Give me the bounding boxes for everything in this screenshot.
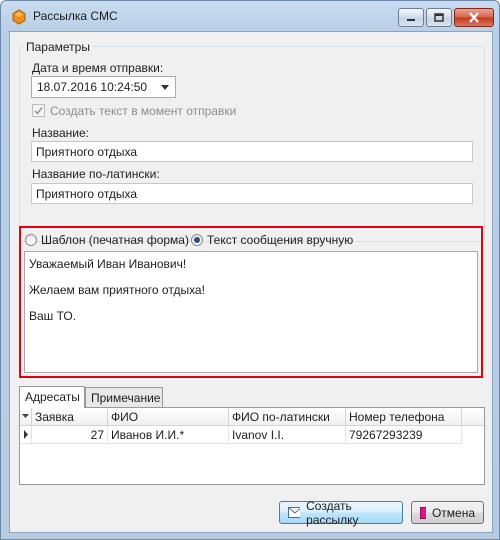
template-radio[interactable] bbox=[25, 234, 37, 246]
app-icon bbox=[12, 9, 26, 25]
tab-notes[interactable]: Примечание bbox=[85, 387, 163, 408]
create-mailing-label: Создать рассылку bbox=[306, 498, 359, 527]
create-text-label: Создать текст в момент отправки bbox=[50, 104, 237, 118]
name-field[interactable]: Приятного отдыха bbox=[31, 141, 473, 162]
tab-recipients[interactable]: Адресаты bbox=[19, 386, 85, 408]
checkmark-icon bbox=[34, 107, 43, 115]
name-latin-field[interactable]: Приятного отдыха bbox=[31, 183, 473, 204]
message-line: Уважаемый Иван Иванович! bbox=[29, 257, 187, 271]
cell-phone: 79267293239 bbox=[346, 426, 462, 444]
name-label: Название: bbox=[32, 126, 89, 140]
cell-fio: Иванов И.И.* bbox=[108, 426, 229, 444]
column-header-order[interactable]: Заявка bbox=[32, 408, 108, 426]
message-line: Желаем вам приятного отдыха! bbox=[29, 283, 205, 297]
minimize-icon bbox=[407, 18, 415, 21]
close-button[interactable] bbox=[454, 8, 494, 27]
cell-fio-latin: Ivanov I.I. bbox=[229, 426, 346, 444]
name-latin-value: Приятного отдыха bbox=[36, 187, 138, 201]
grid-header: Заявка ФИО ФИО по-латински Номер телефон… bbox=[20, 408, 484, 426]
cell-order: 27 bbox=[32, 426, 108, 444]
envelope-icon bbox=[288, 507, 301, 518]
name-latin-label: Название по-латински: bbox=[32, 167, 160, 181]
window-title: Рассылка СМС bbox=[33, 9, 118, 23]
maximize-icon bbox=[434, 13, 444, 22]
datetime-value: 18.07.2016 10:24:50 bbox=[37, 80, 148, 94]
create-mailing-button[interactable]: Создать рассылку bbox=[279, 498, 403, 527]
name-value: Приятного отдыха bbox=[36, 145, 138, 159]
manual-text-radio-label: Текст сообщения вручную bbox=[207, 233, 354, 247]
template-radio-label: Шаблон (печатная форма) bbox=[41, 233, 189, 247]
grid-corner[interactable] bbox=[20, 408, 32, 426]
current-row-icon bbox=[24, 430, 28, 439]
maximize-button[interactable] bbox=[426, 8, 452, 27]
manual-text-radio[interactable] bbox=[191, 234, 203, 246]
column-header-phone[interactable]: Номер телефона bbox=[346, 408, 462, 426]
recipients-grid: Заявка ФИО ФИО по-латински Номер телефон… bbox=[19, 407, 485, 485]
column-header-fio[interactable]: ФИО bbox=[108, 408, 229, 426]
message-text-area[interactable]: Уважаемый Иван Иванович! Желаем вам прия… bbox=[24, 251, 478, 373]
title-bar[interactable]: Рассылка СМС bbox=[1, 1, 499, 31]
minimize-button[interactable] bbox=[398, 8, 424, 27]
column-header-fio-latin[interactable]: ФИО по-латински bbox=[229, 408, 346, 426]
datetime-picker[interactable]: 18.07.2016 10:24:50 bbox=[31, 76, 176, 98]
cancel-icon bbox=[420, 506, 426, 519]
message-line: Ваш ТО. bbox=[29, 309, 77, 323]
dialog-client-area: Параметры Дата и время отправки: 18.07.2… bbox=[9, 31, 493, 533]
chevron-down-icon[interactable] bbox=[161, 85, 169, 90]
parameters-group-title: Параметры bbox=[24, 40, 92, 54]
row-indicator bbox=[20, 426, 32, 444]
table-row[interactable]: 27 Иванов И.И.* Ivanov I.I. 79267293239 bbox=[20, 426, 484, 444]
row-filter-icon bbox=[22, 414, 29, 418]
close-icon bbox=[469, 12, 479, 23]
create-text-checkbox[interactable] bbox=[32, 104, 45, 117]
cancel-button[interactable]: Отмена bbox=[411, 501, 484, 524]
sms-dialog-window: Рассылка СМС Параметры Дата и время отпр… bbox=[0, 0, 500, 540]
cancel-label: Отмена bbox=[431, 505, 475, 520]
datetime-label: Дата и время отправки: bbox=[32, 61, 164, 75]
